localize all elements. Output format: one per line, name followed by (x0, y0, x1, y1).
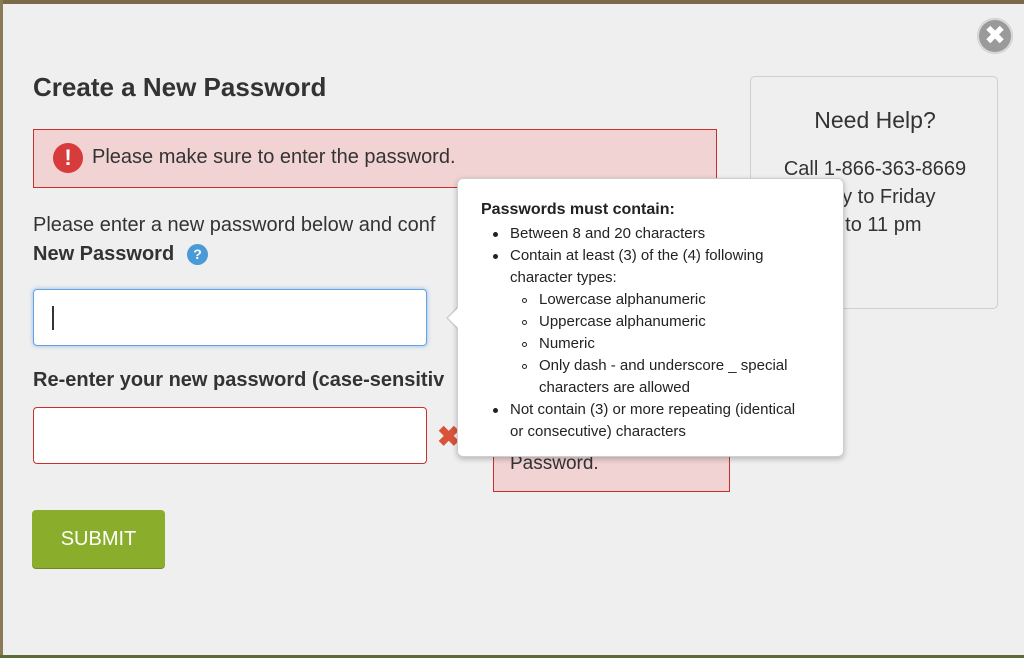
rule-lowercase: Lowercase alphanumeric (539, 291, 706, 308)
close-icon: ✖ (984, 21, 1006, 51)
sub-bullet-icon (522, 320, 527, 325)
text-caret (52, 306, 54, 330)
submit-button[interactable]: SUBMIT (32, 510, 165, 568)
page-title: Create a New Password (33, 72, 327, 102)
rule-numeric: Numeric (539, 335, 595, 352)
rule-repeat: Not contain (3) or more repeating (ident… (510, 401, 796, 418)
help-icon[interactable]: ? (187, 244, 208, 265)
intro-text: Please enter a new password below and co… (33, 214, 436, 236)
reenter-password-label: Re-enter your new password (case-sensiti… (33, 369, 445, 391)
password-rules-tooltip: Passwords must contain: Between 8 and 20… (457, 178, 844, 457)
rule-types: Contain at least (3) of the (4) followin… (510, 247, 764, 264)
error-message: Please make sure to enter the password. (92, 146, 456, 168)
rule-special: Only dash - and underscore _ special (539, 357, 788, 374)
sub-bullet-icon (522, 342, 527, 347)
bullet-icon (493, 254, 498, 259)
sub-bullet-icon (522, 364, 527, 369)
close-button[interactable]: ✖ (977, 18, 1013, 54)
rule-types-cont: character types: (510, 269, 617, 286)
rule-uppercase: Uppercase alphanumeric (539, 313, 706, 330)
rule-special-cont: characters are allowed (539, 379, 690, 396)
new-password-label: New Password (33, 243, 175, 265)
rule-repeat-cont: or consecutive) characters (510, 423, 686, 440)
bullet-icon (493, 232, 498, 237)
sub-bullet-icon (522, 298, 527, 303)
error-icon: ! (53, 143, 83, 173)
tooltip-arrow (448, 307, 459, 329)
reenter-password-input[interactable] (33, 407, 427, 464)
bullet-icon (493, 408, 498, 413)
new-password-input[interactable] (33, 289, 427, 346)
tooltip-heading: Passwords must contain: (481, 201, 675, 218)
rule-length: Between 8 and 20 characters (510, 225, 706, 242)
help-title: Need Help? (814, 107, 936, 133)
